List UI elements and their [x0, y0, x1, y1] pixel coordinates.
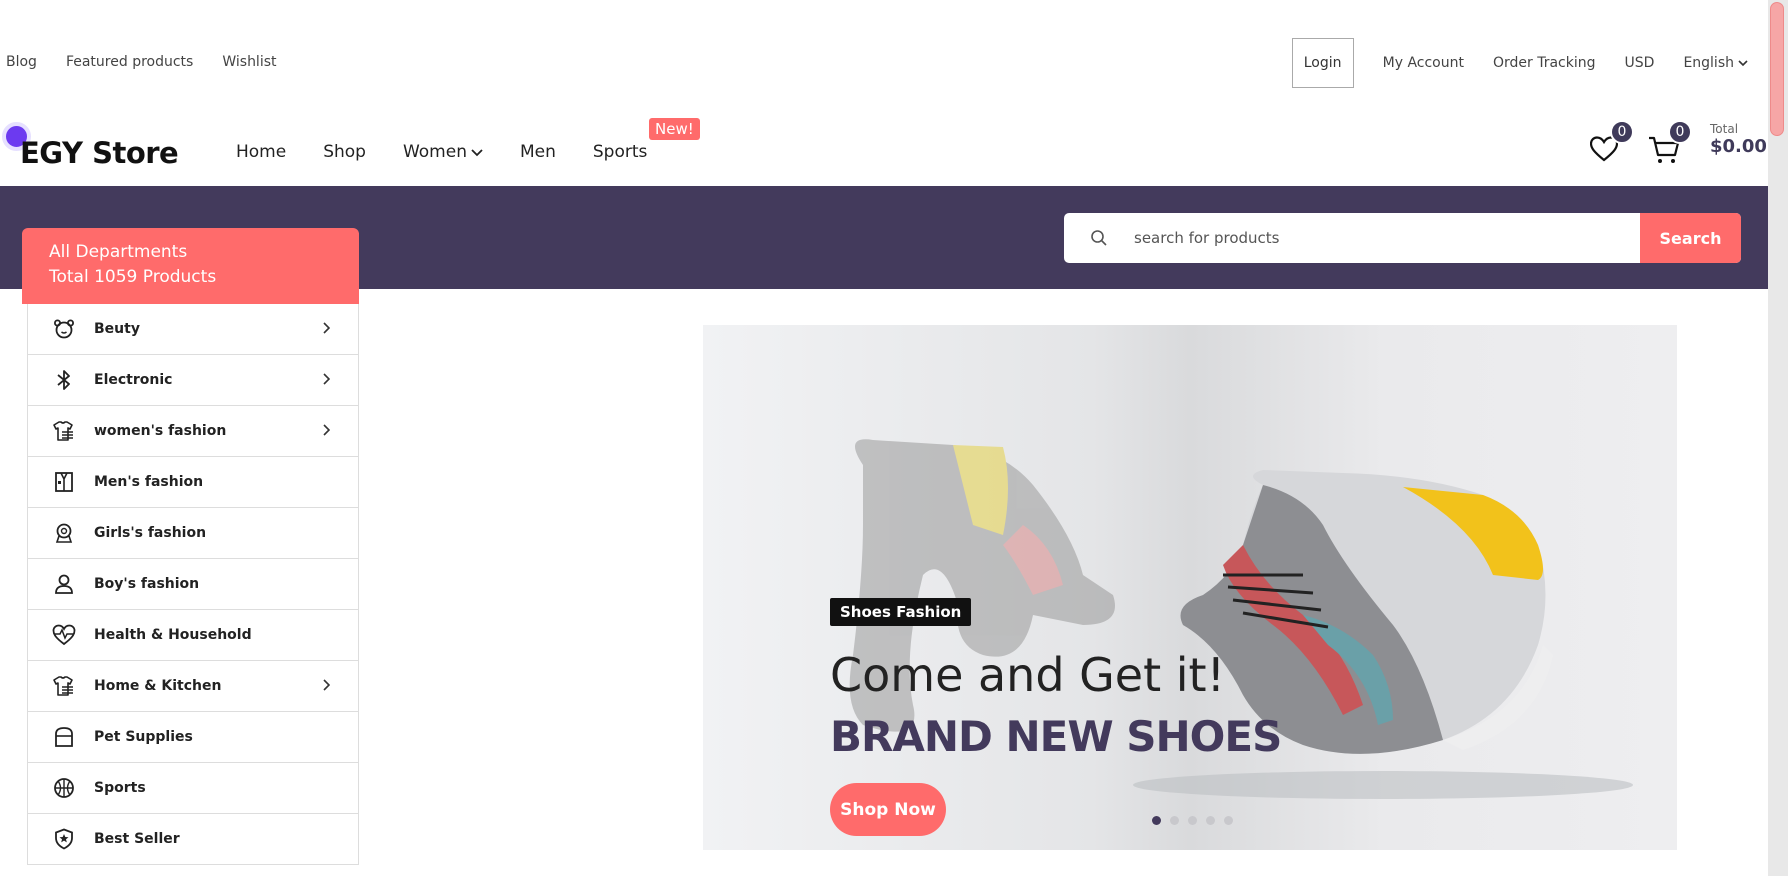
search-bar: Search [1064, 213, 1741, 263]
language-label: English [1683, 55, 1734, 71]
dept-label: Sports [94, 780, 146, 796]
shield-star-icon [52, 827, 76, 851]
dept-item-home-kitchen[interactable]: Home & Kitchen [28, 661, 358, 712]
departments-header[interactable]: All Departments Total 1059 Products [22, 228, 359, 304]
slider-dot[interactable] [1224, 816, 1233, 825]
dept-item-girls-fashion[interactable]: Girls's fashion [28, 508, 358, 559]
login-button[interactable]: Login [1291, 38, 1354, 88]
nav-men[interactable]: Men [520, 142, 556, 162]
slider-dot[interactable] [1206, 816, 1215, 825]
slider-dot[interactable] [1188, 816, 1197, 825]
nav-shop[interactable]: Shop [323, 142, 366, 162]
hero-headline: Come and Get it! [830, 648, 1226, 702]
nav-home-label: Home [236, 142, 287, 162]
search-button[interactable]: Search [1640, 213, 1741, 263]
chevron-right-icon [323, 322, 330, 334]
slider-dots [1152, 816, 1233, 825]
search-icon [1064, 213, 1134, 263]
chevron-down-icon [1738, 60, 1748, 67]
dept-label: Home & Kitchen [94, 678, 222, 694]
chevron-right-icon [323, 373, 330, 385]
chevron-right-icon [323, 424, 330, 436]
dept-label: women's fashion [94, 423, 227, 439]
dept-item-womens-fashion[interactable]: women's fashion [28, 406, 358, 457]
chevron-down-icon [471, 148, 483, 156]
hero-tag: Shoes Fashion [830, 598, 972, 626]
main-nav: Home Shop Women Men Sports [236, 142, 647, 162]
departments-title: All Departments [49, 242, 188, 262]
dept-label: Men's fashion [94, 474, 204, 490]
nav-women[interactable]: Women [403, 142, 483, 162]
departments-list: Beuty Electronic women's fashion Men's f… [27, 304, 359, 865]
dept-label: Pet Supplies [94, 729, 193, 745]
slider-dot[interactable] [1170, 816, 1179, 825]
cart-count: 0 [1668, 120, 1692, 144]
search-input[interactable] [1134, 213, 1640, 263]
top-right-links: Login My Account Order Tracking USD Engl… [1291, 38, 1748, 88]
featured-products-link[interactable]: Featured products [66, 54, 193, 70]
basketball-icon [52, 776, 76, 800]
dept-item-boys-fashion[interactable]: Boy's fashion [28, 559, 358, 610]
wishlist-count: 0 [1610, 120, 1634, 144]
chevron-right-icon [323, 679, 330, 691]
top-bar: Blog Featured products Wishlist Login My… [0, 0, 1768, 120]
cart-button[interactable]: 0 [1646, 118, 1692, 163]
nav-women-label: Women [402, 142, 467, 162]
store-logo[interactable]: EGY Store [20, 136, 179, 170]
shoes-image [849, 439, 1633, 799]
hero-slider[interactable]: Shoes Fashion Come and Get it! BRAND NEW… [703, 325, 1677, 850]
cart-total-label: Total [1710, 122, 1739, 136]
dept-item-health-household[interactable]: Health & Household [28, 610, 358, 661]
scrollbar[interactable] [1768, 0, 1788, 876]
nav-shop-label: Shop [323, 142, 366, 162]
language-selector[interactable]: English [1683, 55, 1748, 71]
bear-icon [52, 317, 76, 341]
blog-link[interactable]: Blog [6, 54, 37, 70]
nav-sports[interactable]: Sports [593, 142, 648, 162]
dept-label: Best Seller [94, 831, 180, 847]
dept-label: Girls's fashion [94, 525, 207, 541]
dept-label: Health & Household [94, 627, 252, 643]
dept-item-pet-supplies[interactable]: Pet Supplies [28, 712, 358, 763]
my-account-link[interactable]: My Account [1383, 55, 1464, 71]
nav-home[interactable]: Home [236, 142, 286, 162]
girl-icon [52, 521, 76, 545]
nav-sports-label: Sports [592, 142, 648, 162]
shop-now-button[interactable]: Shop Now [830, 783, 946, 836]
heartbeat-icon [52, 623, 76, 647]
scrollbar-thumb[interactable] [1770, 2, 1784, 136]
currency-selector[interactable]: USD [1625, 55, 1655, 71]
dept-item-beuty[interactable]: Beuty [28, 304, 358, 355]
suit-icon [52, 470, 76, 494]
wishlist-link[interactable]: Wishlist [222, 54, 276, 70]
hero-subheadline: BRAND NEW SHOES [830, 712, 1282, 761]
dept-item-electronic[interactable]: Electronic [28, 355, 358, 406]
dept-item-best-seller[interactable]: Best Seller [28, 814, 358, 865]
bluetooth-icon [52, 368, 76, 392]
dept-label: Boy's fashion [94, 576, 200, 592]
departments-total: Total 1059 Products [49, 267, 217, 287]
header-icons: 0 0 Total $0.00 [1588, 118, 1767, 163]
boy-icon [52, 572, 76, 596]
order-tracking-link[interactable]: Order Tracking [1493, 55, 1596, 71]
wishlist-button[interactable]: 0 [1588, 118, 1634, 162]
top-left-links: Blog Featured products Wishlist [6, 54, 277, 70]
nav-men-label: Men [519, 142, 556, 162]
pet-box-icon [52, 725, 76, 749]
dept-label: Electronic [94, 372, 173, 388]
cart-total-amount: $0.00 [1710, 136, 1767, 157]
shirt-icon [52, 674, 76, 698]
cart-total[interactable]: Total $0.00 [1710, 118, 1767, 157]
slider-dot[interactable] [1152, 816, 1161, 825]
dept-item-mens-fashion[interactable]: Men's fashion [28, 457, 358, 508]
dept-label: Beuty [94, 321, 140, 337]
new-badge: New! [649, 118, 700, 140]
dept-item-sports[interactable]: Sports [28, 763, 358, 814]
shirt-icon [52, 419, 76, 443]
